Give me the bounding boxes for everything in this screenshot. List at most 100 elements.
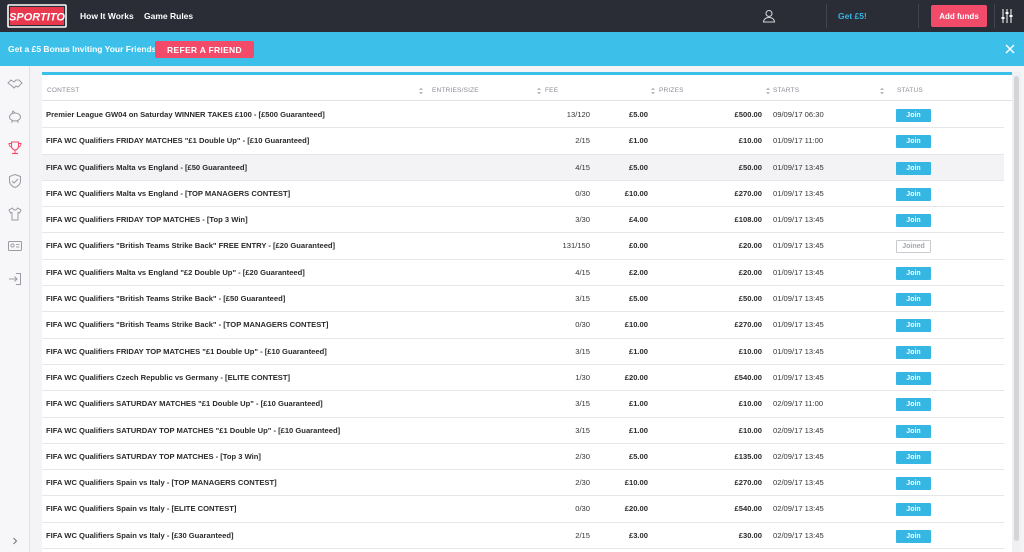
add-funds-button[interactable]: Add funds [931, 5, 987, 27]
join-button[interactable]: Join [896, 161, 931, 175]
prize-pool: £10.00 [738, 346, 762, 356]
table-row[interactable]: FIFA WC Qualifiers SATURDAY MATCHES "£1 … [42, 391, 1004, 418]
join-button[interactable]: Join [896, 503, 931, 517]
join-button[interactable]: Join [896, 450, 931, 464]
table-row[interactable]: FIFA WC Qualifiers Malta vs England - [£… [42, 154, 1004, 181]
join-button[interactable]: Join [896, 214, 931, 228]
entry-fee: £1.00 [628, 425, 648, 435]
prize-pool: £108.00 [734, 215, 762, 225]
table-row[interactable]: FIFA WC Qualifiers "British Teams Strike… [42, 233, 1004, 260]
prize-pool: £10.00 [738, 425, 762, 435]
logo-text: SPORTITO [9, 12, 65, 24]
sort-icon[interactable] [537, 87, 541, 95]
sort-icon[interactable] [766, 87, 770, 95]
prize-pool: £540.00 [734, 372, 762, 382]
nav-how-it-works[interactable]: How It Works [80, 0, 134, 32]
prize-pool: £270.00 [734, 320, 762, 330]
sort-icon[interactable] [880, 87, 884, 95]
table-row[interactable]: FIFA WC Qualifiers "British Teams Strike… [42, 312, 1004, 339]
logo[interactable]: SPORTITO [7, 4, 67, 28]
column-header-starts[interactable]: STARTS [773, 80, 799, 101]
shirt-icon[interactable] [7, 206, 23, 222]
prize-pool: £20.00 [738, 241, 762, 251]
join-button[interactable]: Join [896, 477, 931, 491]
table-row[interactable]: FIFA WC Qualifiers FRIDAY TOP MATCHES - … [42, 207, 1004, 234]
entry-fee: £10.00 [624, 478, 648, 488]
table-row[interactable]: FIFA WC Qualifiers Malta vs England - [T… [42, 181, 1004, 208]
nav-game-rules[interactable]: Game Rules [144, 0, 193, 32]
entry-fee: £3.00 [628, 530, 648, 540]
handshake-icon[interactable] [7, 76, 23, 92]
contest-name: Premier League GW04 on Saturday WINNER T… [46, 110, 325, 119]
table-row[interactable]: FIFA WC Qualifiers Spain vs Italy - [£30… [42, 523, 1004, 550]
close-icon[interactable] [1003, 42, 1017, 56]
logout-icon[interactable] [7, 271, 23, 287]
table-row[interactable]: FIFA WC Qualifiers Czech Republic vs Ger… [42, 365, 1004, 392]
entries-size: 3/15 [575, 425, 590, 435]
piggy-bank-icon[interactable] [7, 108, 23, 124]
divider [826, 4, 827, 28]
start-time: 02/09/17 13:45 [773, 478, 824, 488]
top-navbar: SPORTITO How It Works Game Rules Get £5!… [0, 0, 1024, 32]
chevron-right-icon[interactable] [10, 536, 20, 546]
join-button[interactable]: Join [896, 319, 931, 333]
sort-icon[interactable] [651, 87, 655, 95]
contest-name: FIFA WC Qualifiers Spain vs Italy - [ELI… [46, 504, 237, 514]
entries-size: 4/15 [575, 162, 590, 172]
column-header-fee[interactable]: FEE [545, 80, 558, 101]
column-header-contest[interactable]: CONTEST [47, 80, 79, 101]
entries-size: 2/30 [575, 478, 590, 488]
join-button[interactable]: Join [896, 398, 931, 412]
get-5-link[interactable]: Get £5! [838, 0, 867, 32]
entry-fee: £5.00 [628, 110, 648, 119]
start-time: 09/09/17 06:30 [773, 110, 824, 119]
contest-name: FIFA WC Qualifiers Malta vs England - [T… [46, 188, 291, 198]
table-row[interactable]: FIFA WC Qualifiers SATURDAY TOP MATCHES … [42, 418, 1004, 444]
column-header-prizes[interactable]: PRIZES [659, 80, 684, 101]
table-row[interactable]: FIFA WC Qualifiers SATURDAY TOP MATCHES … [42, 444, 1004, 471]
prize-pool: £50.00 [738, 162, 762, 172]
join-button[interactable]: Join [896, 187, 931, 201]
table-row[interactable]: FIFA WC Qualifiers FRIDAY TOP MATCHES "£… [42, 339, 1004, 365]
sliders-icon[interactable] [1000, 8, 1014, 24]
start-time: 01/09/17 13:45 [773, 372, 824, 382]
column-header-status[interactable]: STATUS [897, 80, 923, 101]
column-header-entries[interactable]: ENTRIES/SIZE [432, 80, 479, 101]
entry-fee: £1.00 [628, 136, 648, 146]
prize-pool: £30.00 [738, 530, 762, 540]
sort-icon[interactable] [419, 87, 423, 95]
join-button[interactable]: Join [896, 293, 931, 307]
user-icon[interactable] [762, 9, 776, 23]
entries-size: 0/30 [575, 188, 590, 198]
join-button[interactable]: Join [896, 266, 931, 280]
join-button[interactable]: Join [896, 371, 931, 385]
entries-size: 3/15 [575, 346, 590, 356]
scrollbar[interactable] [1012, 72, 1021, 552]
prize-pool: £135.00 [734, 451, 762, 461]
join-button[interactable]: Join [896, 424, 931, 438]
entries-size: 0/30 [575, 504, 590, 514]
join-button[interactable]: Join [896, 345, 931, 359]
entries-size: 131/150 [562, 241, 590, 251]
table-row[interactable]: FIFA WC Qualifiers FRIDAY MATCHES "£1 Do… [42, 128, 1004, 155]
table-row[interactable]: Premier League GW04 on Saturday WINNER T… [42, 102, 1004, 129]
trophy-icon[interactable] [7, 140, 23, 156]
table-row[interactable]: FIFA WC Qualifiers Spain vs Italy - [TOP… [42, 470, 1004, 497]
table-row[interactable]: FIFA WC Qualifiers Malta vs England "£2 … [42, 260, 1004, 287]
entry-fee: £1.00 [628, 399, 648, 409]
start-time: 01/09/17 13:45 [773, 267, 824, 277]
scrollbar-thumb[interactable] [1014, 76, 1019, 541]
divider [918, 4, 919, 28]
join-button[interactable]: Join [896, 529, 931, 543]
id-card-icon[interactable] [7, 238, 23, 254]
prize-pool: £270.00 [734, 478, 762, 488]
shield-icon[interactable] [7, 173, 23, 189]
table-row[interactable]: FIFA WC Qualifiers Spain vs Italy - [ELI… [42, 496, 1004, 523]
joined-badge[interactable]: Joined [896, 240, 931, 254]
start-time: 01/09/17 13:45 [773, 215, 824, 225]
referral-banner: Get a £5 Bonus Inviting Your Friends REF… [0, 32, 1024, 66]
join-button[interactable]: Join [896, 109, 931, 122]
join-button[interactable]: Join [896, 135, 931, 149]
table-row[interactable]: FIFA WC Qualifiers "British Teams Strike… [42, 286, 1004, 313]
refer-a-friend-button[interactable]: REFER A FRIEND [155, 41, 254, 58]
